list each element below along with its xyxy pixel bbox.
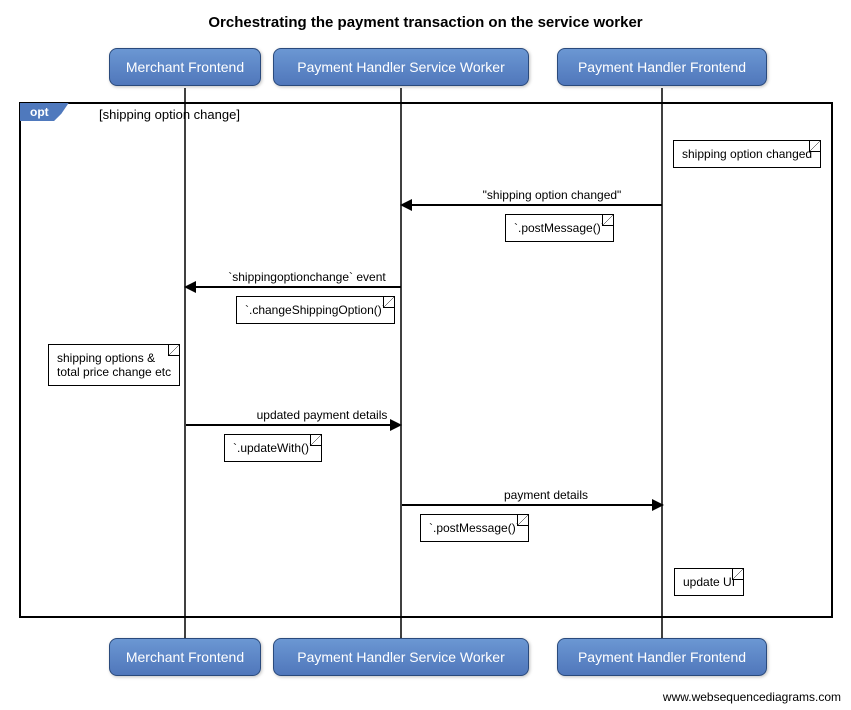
arrowhead-1 bbox=[400, 199, 412, 211]
participant-merchant-frontend-top: Merchant Frontend bbox=[109, 48, 261, 86]
diagram-title: Orchestrating the payment transaction on… bbox=[0, 0, 851, 41]
note-shipping-option-changed: shipping option changed bbox=[673, 140, 821, 168]
message-arrow-1 bbox=[402, 204, 662, 206]
message-label-shipping-option-changed: "shipping option changed" bbox=[442, 188, 662, 202]
participant-merchant-frontend-bottom: Merchant Frontend bbox=[109, 638, 261, 676]
message-label-shippingoptionchange-event: `shippingoptionchange` event bbox=[214, 270, 400, 284]
participant-payment-handler-sw-bottom: Payment Handler Service Worker bbox=[273, 638, 529, 676]
participant-payment-handler-sw-top: Payment Handler Service Worker bbox=[273, 48, 529, 86]
message-note-postmessage-2: `.postMessage()` bbox=[420, 514, 529, 542]
arrowhead-4 bbox=[652, 499, 664, 511]
opt-tag: opt bbox=[20, 103, 69, 121]
arrowhead-3 bbox=[390, 419, 402, 431]
message-arrow-2 bbox=[186, 286, 401, 288]
message-note-postmessage-1: `.postMessage()` bbox=[505, 214, 614, 242]
message-note-changeshippingoption: `.changeShippingOption()` bbox=[236, 296, 395, 324]
participant-payment-handler-frontend-bottom: Payment Handler Frontend bbox=[557, 638, 767, 676]
message-arrow-4 bbox=[402, 504, 652, 506]
note-shipping-options-total-price: shipping options & total price change et… bbox=[48, 344, 180, 386]
attribution: www.websequencediagrams.com bbox=[663, 690, 841, 704]
message-note-updatewith: `.updateWith()` bbox=[224, 434, 322, 462]
opt-condition: [shipping option change] bbox=[99, 107, 240, 122]
participant-payment-handler-frontend-top: Payment Handler Frontend bbox=[557, 48, 767, 86]
message-label-updated-payment-details: updated payment details bbox=[242, 408, 402, 422]
arrowhead-2 bbox=[184, 281, 196, 293]
message-label-payment-details: payment details bbox=[486, 488, 606, 502]
message-arrow-3 bbox=[186, 424, 390, 426]
note-update-ui: update UI bbox=[674, 568, 744, 596]
